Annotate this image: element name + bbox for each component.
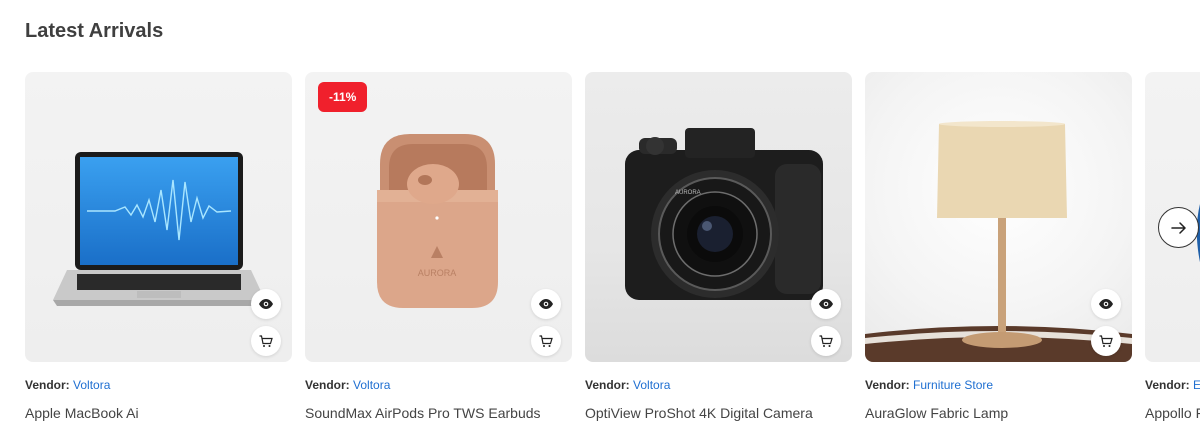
quick-view-button[interactable] [251,289,281,319]
laptop-image [53,152,265,306]
add-to-cart-button[interactable] [811,326,841,356]
product-title[interactable]: Appollo F [1145,405,1200,421]
product-vendor: Vendor: Voltora [585,378,852,392]
vendor-link[interactable]: Voltora [73,378,110,392]
product-image[interactable]: AURORA -11% [305,72,572,362]
svg-text:AURORA: AURORA [418,268,457,278]
discount-badge: -11% [318,82,368,112]
quick-view-button[interactable] [811,289,841,319]
arrow-right-icon [1170,221,1186,234]
eye-icon [1099,299,1113,309]
product-card[interactable]: AURORA Vendor: Voltora OptiView ProShot … [585,72,852,421]
cart-icon [259,334,273,347]
cart-icon [1099,334,1113,347]
product-vendor: Vendor: Voltora [25,378,292,392]
vendor-label: Vendor: [25,378,70,392]
product-title[interactable]: SoundMax AirPods Pro TWS Earbuds [305,405,572,421]
product-title[interactable]: Apple MacBook Ai [25,405,292,421]
vendor-label: Vendor: [305,378,350,392]
eye-icon [539,299,553,309]
add-to-cart-button[interactable] [1091,326,1121,356]
eye-icon [259,299,273,309]
product-vendor: Vendor: Voltora [305,378,572,392]
quick-view-button[interactable] [1091,289,1121,319]
quick-view-button[interactable] [531,289,561,319]
product-vendor: Vendor: Furniture Store [865,378,1132,392]
product-image[interactable]: AURORA [585,72,852,362]
product-card[interactable]: Vendor: Voltora Apple MacBook Ai [25,72,292,421]
add-to-cart-button[interactable] [531,326,561,356]
product-carousel: Vendor: Voltora Apple MacBook Ai AURORA … [25,72,1200,430]
product-title[interactable]: OptiView ProShot 4K Digital Camera [585,405,852,421]
product-card[interactable]: Vendor: Furniture Store AuraGlow Fabric … [865,72,1132,421]
lamp-image [865,121,1132,362]
vendor-link[interactable]: Furniture Store [913,378,993,392]
cart-icon [539,334,553,347]
product-card[interactable]: AURORA -11% Vendor: Voltora SoundMax Air… [305,72,572,421]
vendor-link[interactable]: E [1193,378,1200,392]
product-image[interactable] [25,72,292,362]
vendor-label: Vendor: [865,378,910,392]
svg-text:AURORA: AURORA [675,190,701,196]
vendor-label: Vendor: [1145,378,1190,392]
carousel-next-button[interactable] [1158,207,1199,248]
add-to-cart-button[interactable] [251,326,281,356]
vendor-link[interactable]: Voltora [353,378,390,392]
earbuds-image: AURORA [377,134,498,308]
eye-icon [819,299,833,309]
camera-image: AURORA [625,128,823,300]
product-vendor: Vendor: E [1145,378,1200,392]
vendor-label: Vendor: [585,378,630,392]
product-image[interactable] [865,72,1132,362]
vendor-link[interactable]: Voltora [633,378,670,392]
product-title[interactable]: AuraGlow Fabric Lamp [865,405,1132,421]
cart-icon [819,334,833,347]
section-title: Latest Arrivals [25,20,164,42]
